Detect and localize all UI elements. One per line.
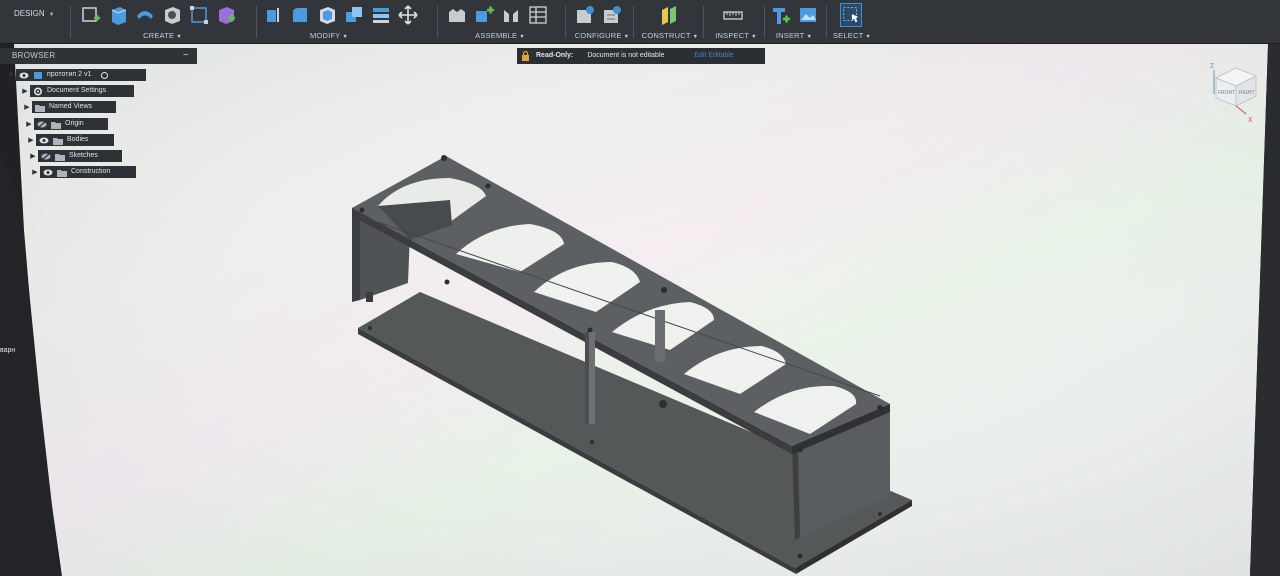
lock-icon xyxy=(522,51,529,61)
browser-panel-header[interactable]: BROWSER − xyxy=(0,48,197,64)
fillet-icon[interactable] xyxy=(289,3,311,27)
toolbar-divider xyxy=(70,6,71,38)
folder-icon xyxy=(51,121,61,129)
root-component-name: прототип 2 v1 xyxy=(47,71,92,78)
expand-right-icon[interactable]: ▶ xyxy=(24,120,34,128)
create-group: CREATE ▼ xyxy=(80,0,245,44)
viewcube-x-label: X xyxy=(1248,117,1253,124)
activate-radio-icon[interactable] xyxy=(101,71,109,79)
select-icon[interactable] xyxy=(840,3,862,27)
component-icon xyxy=(34,71,42,79)
select-menu[interactable]: SELECT ▼ xyxy=(830,31,874,40)
expand-right-icon[interactable]: ▶ xyxy=(22,103,32,111)
insert-menu[interactable]: INSERT ▼ xyxy=(766,31,822,40)
construct-group: CONSTRUCT ▼ xyxy=(640,0,700,44)
configure-menu[interactable]: CONFIGURE ▼ xyxy=(574,31,630,40)
shell-icon[interactable] xyxy=(316,3,338,27)
table-icon[interactable] xyxy=(527,3,549,27)
construct-menu[interactable]: CONSTRUCT ▼ xyxy=(640,31,700,40)
configuration-table-icon[interactable] xyxy=(601,3,623,27)
folder-icon xyxy=(57,169,67,177)
toolbar: DESIGN ▼ CREATE ▼ MODIFY ▼ ASSEMBLE ▼ CO… xyxy=(0,0,1280,44)
gear-icon xyxy=(33,86,43,96)
viewcube[interactable]: Z FRONT RIGHT X xyxy=(1206,60,1268,126)
insert-group: INSERT ▼ xyxy=(766,0,822,44)
eye-icon[interactable] xyxy=(19,71,29,80)
modify-menu[interactable]: MODIFY ▼ xyxy=(242,31,416,40)
inspect-menu[interactable]: INSPECT ▼ xyxy=(708,31,764,40)
toolbar-divider xyxy=(703,6,704,38)
eye-icon[interactable] xyxy=(43,168,53,177)
workspace-dropdown[interactable]: DESIGN ▼ xyxy=(4,4,66,24)
toolbar-divider xyxy=(565,6,566,38)
combine-icon[interactable] xyxy=(343,3,365,27)
viewcube-right-face[interactable]: RIGHT xyxy=(1239,90,1255,96)
revolve-icon[interactable] xyxy=(134,3,156,27)
workspace-label: DESIGN xyxy=(14,9,45,18)
eye-hidden-icon[interactable] xyxy=(41,152,51,161)
move-icon[interactable] xyxy=(397,3,419,27)
configure-icon[interactable] xyxy=(574,3,596,27)
read-only-title: Read-Only: xyxy=(536,52,574,59)
hole-icon[interactable] xyxy=(161,3,183,27)
press-pull-icon[interactable] xyxy=(262,3,284,27)
chevron-down-icon: ▼ xyxy=(48,12,55,18)
assemble-menu[interactable]: ASSEMBLE ▼ xyxy=(442,31,558,40)
read-only-banner: Read-Only: Document is not editable Edit… xyxy=(517,48,765,64)
create-form-icon[interactable] xyxy=(215,3,237,27)
folder-icon xyxy=(55,153,65,161)
folder-icon xyxy=(35,104,45,112)
side-text: варн xyxy=(0,347,15,354)
browser-item-named-views[interactable]: ▶ Named Views xyxy=(22,101,116,113)
expand-right-icon[interactable]: ▶ xyxy=(26,136,36,144)
browser-item-sketches[interactable]: ▶ Sketches xyxy=(28,150,122,162)
browser-item-bodies[interactable]: ▶ Bodies xyxy=(26,134,114,146)
expand-down-icon[interactable]: ▼ xyxy=(6,72,16,79)
create-sketch-icon[interactable] xyxy=(80,3,102,27)
toolbar-divider xyxy=(437,6,438,38)
as-built-joint-icon[interactable] xyxy=(500,3,522,27)
new-component-icon[interactable] xyxy=(446,3,468,27)
browser-title: BROWSER xyxy=(12,51,56,60)
measure-icon[interactable] xyxy=(722,3,744,27)
offset-plane-icon[interactable] xyxy=(658,3,680,27)
browser-item-document-settings[interactable]: ▶ Document Settings xyxy=(20,85,134,97)
make-editable-link[interactable]: Edit Editable xyxy=(694,48,733,64)
expand-right-icon[interactable]: ▶ xyxy=(28,152,38,160)
viewcube-z-label: Z xyxy=(1210,63,1215,70)
modify-group: MODIFY ▼ xyxy=(262,0,436,44)
fusion-app: варн DESIGN ▼ CREATE ▼ MODIFY ▼ ASSEMBLE… xyxy=(0,0,1280,576)
select-group: SELECT ▼ xyxy=(830,0,874,44)
pattern-icon[interactable] xyxy=(188,3,210,27)
toolbar-divider xyxy=(764,6,765,38)
browser-root-node[interactable]: ▼ прототип 2 v1 xyxy=(6,69,146,81)
collapse-icon[interactable]: − xyxy=(183,48,189,64)
create-menu[interactable]: CREATE ▼ xyxy=(80,31,245,40)
assemble-group: ASSEMBLE ▼ xyxy=(446,0,562,44)
expand-right-icon[interactable]: ▶ xyxy=(30,168,40,176)
expand-right-icon[interactable]: ▶ xyxy=(20,87,30,95)
browser-item-origin[interactable]: ▶ Origin xyxy=(24,118,108,130)
viewcube-front-face[interactable]: FRONT xyxy=(1218,90,1235,96)
toolbar-divider xyxy=(826,6,827,38)
inspect-group: INSPECT ▼ xyxy=(708,0,764,44)
extrude-icon[interactable] xyxy=(107,3,129,27)
configure-group: CONFIGURE ▼ xyxy=(574,0,630,44)
align-icon[interactable] xyxy=(370,3,392,27)
read-only-message: Document is not editable xyxy=(587,52,665,59)
toolbar-divider xyxy=(633,6,634,38)
eye-hidden-icon[interactable] xyxy=(37,120,47,129)
insert-derive-icon[interactable] xyxy=(770,3,792,27)
folder-icon xyxy=(53,137,63,145)
viewport-canvas[interactable]: варн xyxy=(0,0,1280,576)
insert-image-icon[interactable] xyxy=(797,3,819,27)
joint-icon[interactable] xyxy=(473,3,495,27)
eye-icon[interactable] xyxy=(39,136,49,145)
browser-item-construction[interactable]: ▶ Construction xyxy=(30,166,136,178)
